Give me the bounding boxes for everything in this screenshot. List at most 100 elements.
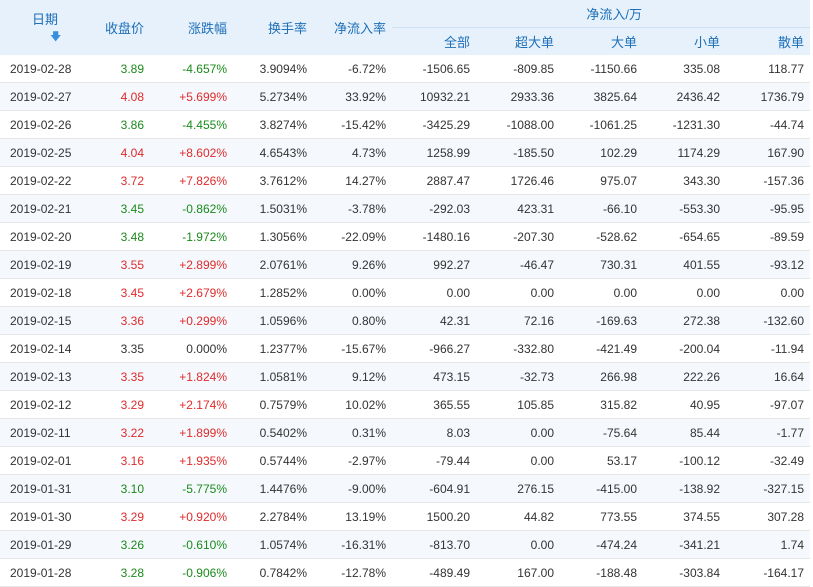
- cell-close: 3.35: [92, 334, 150, 363]
- cell-turnover: 1.0596%: [233, 306, 313, 335]
- cell-small: -100.12: [643, 446, 726, 475]
- cell-large: -169.63: [560, 306, 643, 335]
- cell-net-ratio: -15.42%: [313, 110, 392, 139]
- cell-small: 0.00: [643, 278, 726, 307]
- header-date-label: 日期: [32, 11, 59, 27]
- cell-date: 2019-02-27: [0, 82, 92, 111]
- cell-small: 222.26: [643, 362, 726, 391]
- cell-change: +1.899%: [150, 418, 233, 447]
- cell-turnover: 0.5402%: [233, 418, 313, 447]
- cell-close: 3.28: [92, 558, 150, 587]
- cell-large: 3825.64: [560, 82, 643, 111]
- fund-flow-table: 日期🡇 收盘价 涨跌幅 换手率 净流入率 净流入/万 全部 超大单 大单 小单 …: [0, 0, 811, 587]
- cell-net-ratio: 33.92%: [313, 82, 392, 111]
- cell-super: 276.15: [476, 474, 560, 503]
- cell-super: 1726.46: [476, 166, 560, 195]
- cell-close: 3.35: [92, 362, 150, 391]
- header-net-group: 净流入/万: [392, 0, 811, 28]
- cell-change: 0.000%: [150, 334, 233, 363]
- cell-close: 3.29: [92, 390, 150, 419]
- table-row: 2019-02-20 3.48 -1.972% 1.3056% -22.09% -1480…: [0, 222, 811, 251]
- header-date[interactable]: 日期🡇: [0, 0, 92, 55]
- cell-small: 40.95: [643, 390, 726, 419]
- cell-retail: 1.74: [726, 530, 811, 559]
- cell-small: -654.65: [643, 222, 726, 251]
- table-row: 2019-01-28 3.28 -0.906% 0.7842% -12.78% -489.…: [0, 558, 811, 587]
- cell-all: 1258.99: [392, 138, 476, 167]
- cell-net-ratio: -9.00%: [313, 474, 392, 503]
- cell-change: -5.775%: [150, 474, 233, 503]
- cell-change: +2.899%: [150, 250, 233, 279]
- cell-all: 2887.47: [392, 166, 476, 195]
- header-super[interactable]: 超大单: [476, 27, 560, 55]
- cell-retail: -1.77: [726, 418, 811, 447]
- cell-date: 2019-02-26: [0, 110, 92, 139]
- cell-turnover: 1.2852%: [233, 278, 313, 307]
- cell-large: -528.62: [560, 222, 643, 251]
- table-row: 2019-02-18 3.45 +2.679% 1.2852% 0.00% 0.00 0.0…: [0, 278, 811, 307]
- cell-date: 2019-02-15: [0, 306, 92, 335]
- cell-all: -1506.65: [392, 55, 476, 83]
- cell-retail: 118.77: [726, 55, 811, 83]
- cell-change: +0.299%: [150, 306, 233, 335]
- cell-turnover: 1.5031%: [233, 194, 313, 223]
- cell-large: 315.82: [560, 390, 643, 419]
- cell-turnover: 1.2377%: [233, 334, 313, 363]
- cell-net-ratio: 4.73%: [313, 138, 392, 167]
- cell-net-ratio: -6.72%: [313, 55, 392, 83]
- cell-date: 2019-02-01: [0, 446, 92, 475]
- cell-super: 167.00: [476, 558, 560, 587]
- cell-all: -1480.16: [392, 222, 476, 251]
- cell-turnover: 2.0761%: [233, 250, 313, 279]
- cell-turnover: 0.7842%: [233, 558, 313, 587]
- header-turnover[interactable]: 换手率: [233, 0, 313, 55]
- cell-net-ratio: -15.67%: [313, 334, 392, 363]
- cell-turnover: 0.7579%: [233, 390, 313, 419]
- cell-close: 3.86: [92, 110, 150, 139]
- cell-date: 2019-01-29: [0, 530, 92, 559]
- cell-retail: -44.74: [726, 110, 811, 139]
- cell-large: -421.49: [560, 334, 643, 363]
- cell-super: -207.30: [476, 222, 560, 251]
- cell-date: 2019-02-22: [0, 166, 92, 195]
- cell-net-ratio: 10.02%: [313, 390, 392, 419]
- cell-small: -200.04: [643, 334, 726, 363]
- header-retail[interactable]: 散单: [726, 27, 811, 55]
- cell-large: 0.00: [560, 278, 643, 307]
- cell-turnover: 1.4476%: [233, 474, 313, 503]
- cell-retail: 307.28: [726, 502, 811, 531]
- header-all[interactable]: 全部: [392, 27, 476, 55]
- header-change[interactable]: 涨跌幅: [150, 0, 233, 55]
- cell-all: -489.49: [392, 558, 476, 587]
- cell-large: 730.31: [560, 250, 643, 279]
- header-small[interactable]: 小单: [643, 27, 726, 55]
- header-net-ratio[interactable]: 净流入率: [313, 0, 392, 55]
- cell-super: -332.80: [476, 334, 560, 363]
- cell-turnover: 3.9094%: [233, 55, 313, 83]
- cell-date: 2019-02-18: [0, 278, 92, 307]
- cell-super: -32.73: [476, 362, 560, 391]
- header-close[interactable]: 收盘价: [92, 0, 150, 55]
- cell-turnover: 0.5744%: [233, 446, 313, 475]
- cell-retail: 167.90: [726, 138, 811, 167]
- cell-small: 401.55: [643, 250, 726, 279]
- cell-date: 2019-02-12: [0, 390, 92, 419]
- cell-change: +1.935%: [150, 446, 233, 475]
- cell-large: -66.10: [560, 194, 643, 223]
- cell-large: 102.29: [560, 138, 643, 167]
- table-row: 2019-02-19 3.55 +2.899% 2.0761% 9.26% 992.27-…: [0, 250, 811, 279]
- cell-all: -813.70: [392, 530, 476, 559]
- cell-change: +2.679%: [150, 278, 233, 307]
- table-row: 2019-02-01 3.16 +1.935% 0.5744% -2.97% -79.44…: [0, 446, 811, 475]
- header-large[interactable]: 大单: [560, 27, 643, 55]
- cell-net-ratio: -16.31%: [313, 530, 392, 559]
- cell-super: -1088.00: [476, 110, 560, 139]
- cell-all: 992.27: [392, 250, 476, 279]
- cell-small: 374.55: [643, 502, 726, 531]
- cell-super: 2933.36: [476, 82, 560, 111]
- cell-net-ratio: 9.12%: [313, 362, 392, 391]
- cell-date: 2019-02-11: [0, 418, 92, 447]
- arrow-down-icon[interactable]: 🡇: [50, 28, 61, 47]
- cell-close: 3.45: [92, 194, 150, 223]
- table-row: 2019-01-29 3.26 -0.610% 1.0574% -16.31% -813.…: [0, 530, 811, 559]
